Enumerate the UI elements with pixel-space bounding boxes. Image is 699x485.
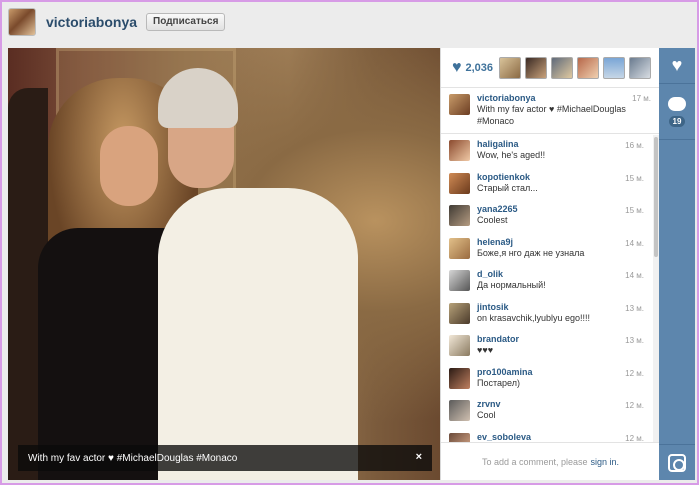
liker-avatar[interactable] (551, 56, 574, 79)
profile-avatar[interactable] (8, 8, 36, 36)
comment-time: 16 м. (625, 141, 644, 150)
photo-man-body (158, 188, 358, 480)
comment-text: Боже,я нго даж не узнала (477, 247, 585, 258)
comment-username[interactable]: jintosik (477, 302, 644, 312)
comment-avatar[interactable] (449, 302, 470, 324)
comment-username[interactable]: haligalina (477, 139, 644, 149)
comment-text: Да нормальный! (477, 280, 546, 290)
comment-text: Wow, he's aged!! (477, 150, 546, 160)
comment-item: d_olik Да нормальный! 14 м. (441, 265, 652, 298)
comment-avatar[interactable] (449, 270, 470, 291)
comment-item: jintosik on krasavchik,lyublyu ego!!!! 1… (441, 298, 652, 331)
add-comment-prompt: To add a comment, please sign in. (441, 442, 660, 480)
comment-item: pro100amina Постарел) 12 м. (441, 363, 652, 396)
comment-button[interactable]: 19 (659, 84, 695, 140)
comments-panel: ♥ 2,036 victoriabonya With my fav actor … (440, 48, 660, 480)
liker-avatar[interactable] (525, 56, 548, 79)
action-strip: ♥ 19 (659, 48, 695, 480)
liker-avatar[interactable] (603, 56, 626, 79)
heart-icon: ♥ (671, 55, 683, 75)
profile-header: victoriabonya Подписаться (8, 7, 688, 37)
comment-time: 14 м. (625, 271, 644, 280)
comment-avatar[interactable] (449, 140, 470, 161)
post-author-username[interactable]: victoriabonya (477, 93, 651, 103)
comment-item: kopotienkok Старый стал... 15 м. (441, 168, 652, 201)
comment-item: haligalina Wow, he's aged!! 16 м. (441, 135, 652, 168)
comment-time: 12 м. (625, 401, 644, 410)
comment-username[interactable]: ev_soboleva (477, 432, 644, 442)
comment-item: yana2265 Coolest 15 м. (441, 200, 652, 233)
post-photo[interactable]: With my fav actor ♥ #MichaelDouglas #Mon… (8, 48, 440, 480)
comment-time: 15 м. (625, 206, 644, 215)
likes-count[interactable]: 2,036 (466, 62, 494, 74)
add-comment-text: To add a comment, please (481, 456, 588, 467)
comment-avatar[interactable] (449, 172, 470, 194)
comments-list: haligalina Wow, he's aged!! 16 м. kopoti… (441, 135, 652, 443)
comment-avatar[interactable] (449, 367, 470, 389)
comments-count-badge: 19 (668, 115, 686, 127)
liker-avatar[interactable] (499, 56, 522, 79)
comment-text: Cool (477, 410, 496, 420)
comment-username[interactable]: yana2265 (477, 204, 644, 214)
comment-time: 13 м. (625, 336, 644, 345)
like-button[interactable]: ♥ (659, 48, 695, 84)
comment-avatar[interactable] (449, 400, 470, 421)
comment-time: 14 м. (625, 238, 644, 248)
sign-in-link[interactable]: sign in. (591, 457, 620, 467)
comment-text: Coolest (477, 215, 508, 225)
photo-caption-bar: With my fav actor ♥ #MichaelDouglas #Mon… (18, 445, 432, 471)
comment-username[interactable]: d_olik (477, 269, 644, 279)
comment-text: ♥♥♥ (477, 345, 494, 355)
photo-caption-text: With my fav actor ♥ #MichaelDouglas #Mon… (28, 452, 238, 464)
comment-time: 12 м. (625, 368, 644, 378)
post-caption-text: With my fav actor ♥ #MichaelDouglas #Mon… (477, 104, 626, 126)
speech-bubble-icon (668, 96, 686, 111)
comment-item: brandator ♥♥♥ 13 м. (441, 330, 652, 363)
profile-username[interactable]: victoriabonya (46, 14, 137, 30)
scrollbar-thumb[interactable] (654, 137, 658, 257)
follow-button[interactable]: Подписаться (146, 13, 226, 31)
camera-icon (668, 453, 686, 472)
comment-time: 15 м. (625, 173, 644, 183)
liker-avatar[interactable] (577, 56, 600, 79)
close-icon[interactable]: × (416, 451, 422, 463)
comment-item: helena9j Боже,я нго даж не узнала 14 м. (441, 233, 652, 266)
comment-username[interactable]: zrvnv (477, 399, 644, 409)
comment-username[interactable]: brandator (477, 334, 644, 344)
comment-text: Постарел) (477, 377, 520, 388)
comment-text: on krasavchik,lyublyu ego!!!! (477, 312, 591, 323)
post-author-avatar[interactable] (449, 94, 470, 115)
liker-avatar[interactable] (629, 56, 652, 79)
window-frame: victoriabonya Подписаться With my fav ac… (0, 0, 699, 485)
comment-time: 13 м. (625, 303, 644, 313)
comment-avatar[interactable] (449, 237, 470, 259)
comment-item: ev_soboleva 12 м. (441, 428, 652, 443)
heart-icon[interactable]: ♥ (452, 59, 462, 76)
photo-woman-face (100, 126, 158, 206)
comment-item: zrvnv Cool 12 м. (441, 395, 652, 428)
likers-list (499, 56, 652, 79)
comment-avatar[interactable] (449, 205, 470, 226)
comment-text: Старый стал... (477, 182, 538, 193)
comment-username[interactable]: helena9j (477, 237, 644, 247)
post-caption: victoriabonya With my fav actor ♥ #Micha… (441, 88, 659, 134)
comment-username[interactable]: kopotienkok (477, 172, 644, 182)
comment-username[interactable]: pro100amina (477, 367, 644, 377)
comment-avatar[interactable] (449, 335, 470, 356)
instagram-button[interactable] (659, 444, 695, 480)
post-time: 17 м. (632, 94, 651, 103)
likes-row: ♥ 2,036 (441, 48, 659, 88)
